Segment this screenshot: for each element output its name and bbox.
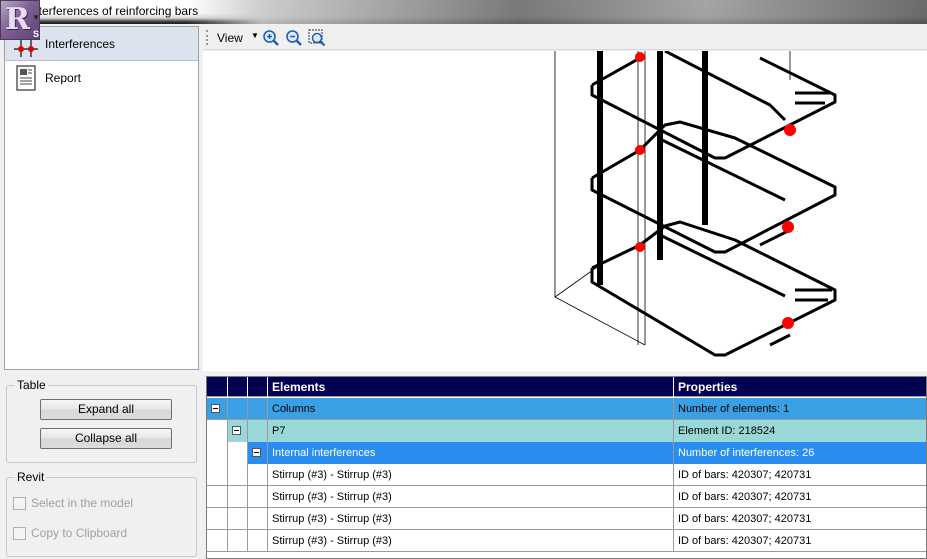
indent-cell xyxy=(207,464,228,486)
indent-cell xyxy=(228,420,248,442)
element-cell: Columns xyxy=(268,398,674,420)
window-title: nterferences of reinforcing bars xyxy=(32,4,199,18)
property-cell: ID of bars: 420307; 420731 xyxy=(678,535,812,547)
table-row[interactable]: Internal interferences Number of interfe… xyxy=(207,442,926,464)
nav-item-report[interactable]: Report xyxy=(5,61,198,95)
collapse-toggle-icon[interactable] xyxy=(252,448,261,457)
model-viewport[interactable] xyxy=(203,51,927,371)
element-cell: P7 xyxy=(268,420,674,442)
chevron-down-icon[interactable]: ▼ xyxy=(251,31,259,40)
element-cell: Internal interferences xyxy=(268,442,674,464)
indent-cell xyxy=(248,486,268,508)
nav-item-label: Report xyxy=(45,71,82,85)
indent-cell xyxy=(228,442,248,464)
property-cell: Number of elements: 1 xyxy=(678,403,790,415)
application-menu-button[interactable]: R ▼ S xyxy=(0,0,40,40)
title-bar: nterferences of reinforcing bars xyxy=(0,0,927,24)
app-logo-letter: R xyxy=(5,2,30,37)
expand-all-button[interactable]: Expand all xyxy=(40,399,172,420)
indent-cell xyxy=(248,464,268,486)
column-header-elements[interactable]: Elements xyxy=(268,377,674,397)
table-row[interactable]: Columns Number of elements: 1 xyxy=(207,398,926,420)
indent-cell xyxy=(207,530,228,552)
view-toolbar: View ▼ xyxy=(203,26,927,50)
header-spacer xyxy=(207,377,228,397)
property-cell: Element ID: 218524 xyxy=(674,420,926,442)
app-window: nterferences of reinforcing bars R ▼ S I… xyxy=(0,0,927,559)
table-group-title: Table xyxy=(15,378,48,392)
table-row[interactable]: Stirrup (#3) - Stirrup (#3) ID of bars: … xyxy=(207,486,926,508)
indent-cell xyxy=(207,442,228,464)
collapse-all-button[interactable]: Collapse all xyxy=(40,428,172,449)
indent-cell xyxy=(248,442,268,464)
element-cell: Stirrup (#3) - Stirrup (#3) xyxy=(268,486,674,508)
indent-cell xyxy=(228,486,248,508)
zoom-fit-icon[interactable] xyxy=(308,29,326,47)
title-bar-background xyxy=(187,0,927,24)
nav-item-label: Interferences xyxy=(45,36,116,51)
indent-cell xyxy=(248,508,268,530)
rebar-3d-drawing xyxy=(554,51,837,357)
toolbar-grip xyxy=(206,30,208,45)
chevron-down-icon: ▼ xyxy=(32,13,40,22)
collapse-toggle-icon[interactable] xyxy=(211,404,220,413)
element-cell: Stirrup (#3) - Stirrup (#3) xyxy=(268,464,674,486)
zoom-in-icon[interactable] xyxy=(262,29,280,47)
indent-cell xyxy=(207,486,228,508)
column-header-properties[interactable]: Properties xyxy=(674,377,926,397)
indent-cell xyxy=(207,508,228,530)
view-menu[interactable]: View xyxy=(217,31,243,45)
zoom-out-icon[interactable] xyxy=(285,29,303,47)
revit-group-title: Revit xyxy=(15,470,47,484)
indent-cell xyxy=(248,398,268,420)
indent-cell xyxy=(207,420,228,442)
copy-to-clipboard-checkbox[interactable]: Copy to Clipboard xyxy=(13,526,127,540)
indent-cell xyxy=(248,420,268,442)
revit-group: Revit Select in the model Copy to Clipbo… xyxy=(6,470,197,557)
collapse-toggle-icon[interactable] xyxy=(232,426,241,435)
interference-table: Elements Properties Columns Number of el… xyxy=(206,376,927,559)
property-cell: ID of bars: 420307; 420731 xyxy=(678,491,812,503)
property-cell: ID of bars: 420307; 420731 xyxy=(678,513,812,525)
header-spacer xyxy=(228,377,248,397)
indent-cell xyxy=(228,530,248,552)
indent-cell xyxy=(228,464,248,486)
table-row[interactable]: Stirrup (#3) - Stirrup (#3) ID of bars: … xyxy=(207,530,926,552)
element-cell: Stirrup (#3) - Stirrup (#3) xyxy=(268,508,674,530)
app-logo-sub: S xyxy=(33,29,40,39)
table-row[interactable]: Stirrup (#3) - Stirrup (#3) ID of bars: … xyxy=(207,508,926,530)
indent-cell xyxy=(207,398,228,420)
indent-cell xyxy=(228,398,248,420)
navigation-panel: Interferences Report xyxy=(4,26,199,370)
table-row[interactable]: Stirrup (#3) - Stirrup (#3) ID of bars: … xyxy=(207,464,926,486)
select-in-model-checkbox[interactable]: Select in the model xyxy=(13,496,133,510)
checkbox-box xyxy=(13,526,26,540)
checkbox-label: Select in the model xyxy=(31,496,134,510)
property-cell: Number of interferences: 26 xyxy=(674,442,926,464)
element-cell: Stirrup (#3) - Stirrup (#3) xyxy=(268,530,674,552)
table-row[interactable]: P7 Element ID: 218524 xyxy=(207,420,926,442)
report-icon xyxy=(11,63,41,93)
property-cell: ID of bars: 420307; 420731 xyxy=(678,469,812,481)
indent-cell xyxy=(248,530,268,552)
header-spacer xyxy=(248,377,268,397)
table-group: Table Expand all Collapse all xyxy=(6,378,197,463)
checkbox-label: Copy to Clipboard xyxy=(31,526,128,540)
indent-cell xyxy=(228,508,248,530)
table-header: Elements Properties xyxy=(207,377,926,397)
checkbox-box xyxy=(13,496,26,510)
